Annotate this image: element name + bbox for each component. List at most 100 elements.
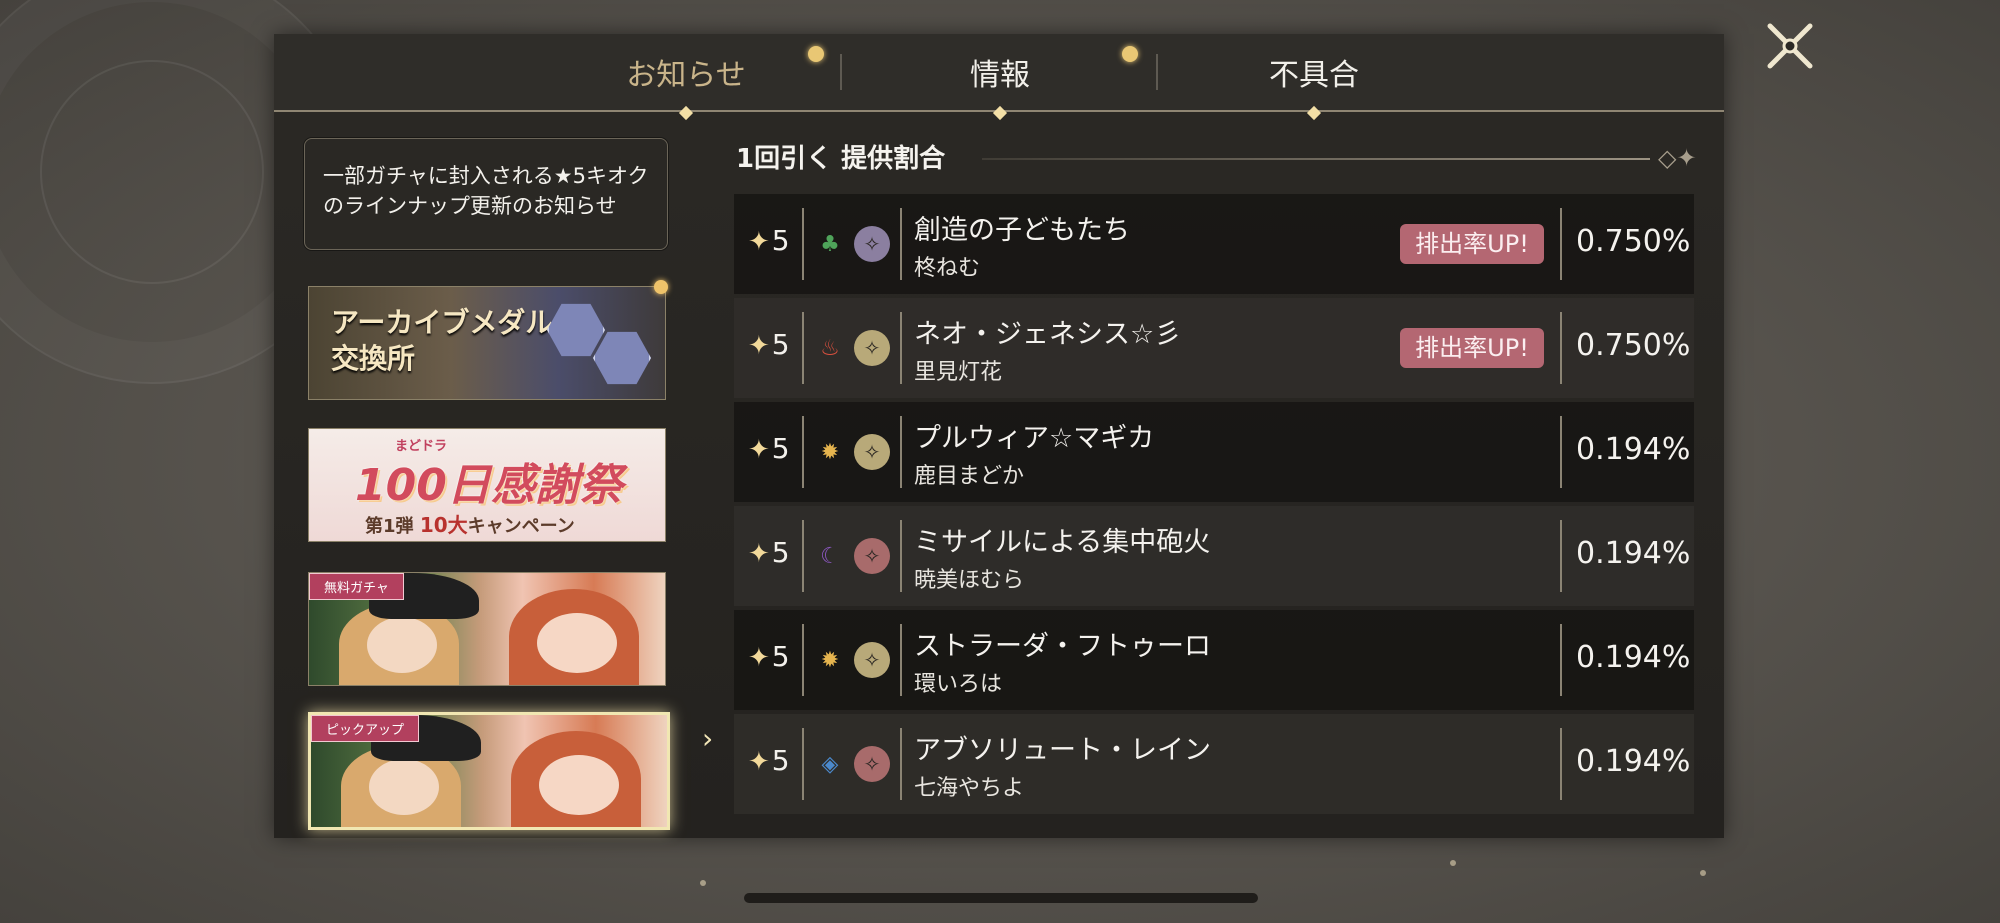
selected-arrow-icon: › [702,722,714,755]
column-divider [1560,520,1562,592]
new-badge-dot [654,280,668,294]
rarity: ✦5 [748,328,790,361]
rarity-value: 5 [771,536,790,569]
attribute-water-icon: ◈ [821,751,839,777]
rarity: ✦5 [748,536,790,569]
character-name: 七海やちよ [914,776,1025,801]
type-icon: ✧ [854,330,890,366]
character-name: 鹿目まどか [914,464,1025,489]
rate-row: ✦5 ♨ ✧ ネオ・ジェネシス☆彡 里見灯花 排出率UP! 0.750% [734,298,1694,398]
star-icon: ✦ [748,227,770,257]
tab-separator [840,54,842,90]
medal-icon [593,331,651,385]
close-button[interactable] [1762,18,1818,74]
rate-row: ✦5 ◈ ✧ アブソリュート・レイン 七海やちよ 0.194% [734,714,1694,814]
pickup-tag: ピックアップ [311,715,420,742]
column-divider [900,208,902,280]
star-icon: ✦ [748,643,770,673]
column-divider [900,312,902,384]
rate-row: ✦5 ♣ ✧ 創造の子どもたち 柊ねむ 排出率UP! 0.750% [734,194,1694,294]
tab-bugs-label: 不具合 [1269,58,1359,93]
close-icon [1767,23,1813,69]
memoria-name: アブソリュート・レイン [914,735,1211,766]
rate-value: 0.194% [1576,744,1691,779]
banner-thanks-title: 100日感謝祭 [355,460,623,511]
sparkle [1700,870,1706,876]
tab-marker [1306,105,1322,121]
tab-separator [1156,54,1158,90]
tab-info[interactable]: 情報 [850,34,1150,121]
character-name: 暁美ほむら [914,568,1025,593]
rate-row: ✦5 ✹ ✧ ストラーダ・フトゥーロ 環いろは 0.194% [734,610,1694,710]
column-divider [1560,624,1562,696]
attribute-moon-icon: ☾ [820,543,840,569]
star-icon: ✦ [748,747,770,777]
star-icon: ✦ [748,435,770,465]
tab-notice[interactable]: お知らせ [536,34,836,121]
banner-thanks-subtitle: 第1弾 10大キャンペーン [365,509,575,538]
notice-item-label: 一部ガチャに封入される★5キオクのラインナップ更新のお知らせ [323,164,649,218]
attribute-sun-icon: ✹ [820,439,840,465]
title-divider [982,158,1650,160]
column-divider [900,728,902,800]
memoria-name: プルウィア☆マギカ [914,423,1155,454]
column-divider [802,624,804,696]
banner-archive-title: アーカイブメダル 交換所 [331,305,553,377]
column-divider [802,520,804,592]
sparkle [1450,860,1456,866]
rarity-value: 5 [771,744,790,777]
banner-archive-medal[interactable]: アーカイブメダル 交換所 [308,286,666,400]
star-icon: ✦ [748,539,770,569]
free-gacha-tag: 無料ガチャ [309,573,404,600]
tab-active-marker [678,105,694,121]
memoria-name: 創造の子どもたち [914,215,1130,246]
column-divider [802,312,804,384]
memoria-name: ネオ・ジェネシス☆彡 [914,319,1182,350]
column-divider [1560,416,1562,488]
character-art [367,617,437,673]
banner-pickup[interactable]: ピックアップ [308,712,670,830]
type-icon: ✧ [854,538,890,574]
rarity: ✦5 [748,744,790,777]
notice-item-lineup-update[interactable]: 一部ガチャに封入される★5キオクのラインナップ更新のお知らせ [304,138,668,250]
tab-marker [992,105,1008,121]
column-divider [900,520,902,592]
notice-panel: お知らせ 情報 不具合 一部ガチャに封入される★5キオクのラインナップ更新のお知… [274,34,1724,838]
rate-up-badge: 排出率UP! [1400,224,1544,264]
type-icon: ✧ [854,642,890,678]
rate-row: ✦5 ☾ ✧ ミサイルによる集中砲火 暁美ほむら 0.194% [734,506,1694,606]
background-ornament-inner [40,60,264,284]
banner-free-gacha[interactable]: 無料ガチャ [308,572,666,686]
section-title: 1回引く 提供割合 [736,144,946,174]
rate-row: ✦5 ✹ ✧ プルウィア☆マギカ 鹿目まどか 0.194% [734,402,1694,502]
rate-value: 0.194% [1576,640,1691,675]
character-art [369,759,439,815]
rate-up-badge: 排出率UP! [1400,328,1544,368]
attribute-flame-icon: ♨ [820,335,840,361]
character-name: 環いろは [914,672,1003,697]
column-divider [1560,312,1562,384]
rarity-value: 5 [771,224,790,257]
tab-info-label: 情報 [970,58,1030,93]
column-divider [1560,208,1562,280]
tab-bar: お知らせ 情報 不具合 [274,34,1724,121]
tab-bugs[interactable]: 不具合 [1164,34,1464,121]
attribute-sun-icon: ✹ [820,647,840,673]
rate-value: 0.750% [1576,328,1691,363]
star-icon: ✦ [748,331,770,361]
memoria-name: ストラーダ・フトゥーロ [914,631,1211,662]
character-art [539,755,619,815]
attribute-leaf-icon: ♣ [820,231,840,257]
rarity: ✦5 [748,224,790,257]
character-name: 里見灯花 [914,360,1003,385]
rate-value: 0.750% [1576,224,1691,259]
column-divider [900,416,902,488]
info-dot [1122,46,1138,62]
ornament-icon: ◇✦ [1658,144,1697,172]
banner-thanks-sub-strong: 10大 [419,513,468,537]
banner-thanks-sub-suffix: キャンペーン [467,516,575,537]
home-indicator[interactable] [744,893,1258,903]
rate-value: 0.194% [1576,432,1691,467]
column-divider [802,208,804,280]
banner-thanks-festival[interactable]: まどドラ 100日感謝祭 第1弾 10大キャンペーン [308,428,666,542]
